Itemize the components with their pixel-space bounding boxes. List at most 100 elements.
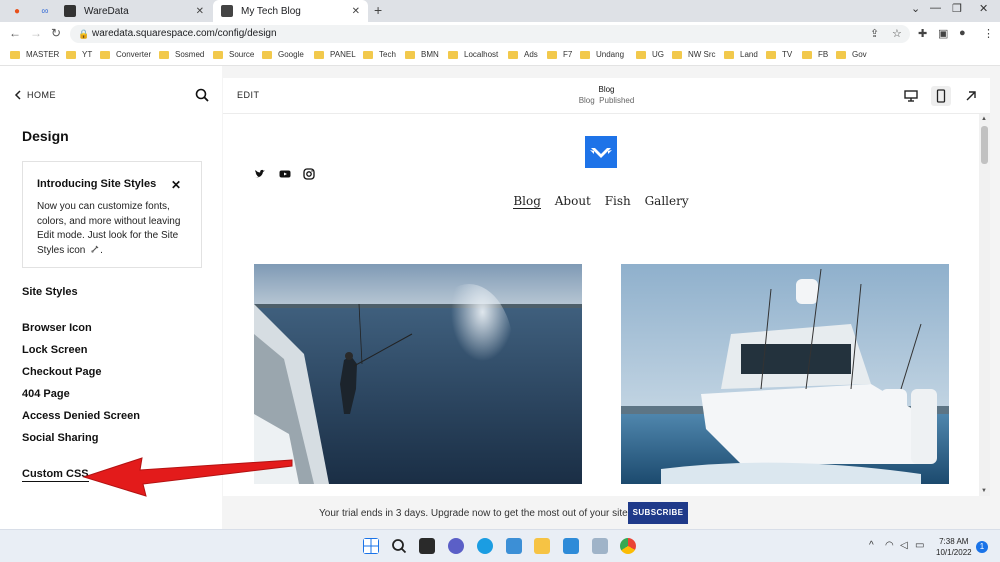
bookmark-folder[interactable]: FB bbox=[802, 50, 828, 59]
nav-link-fish[interactable]: Fish bbox=[605, 194, 631, 208]
nav-link-blog[interactable]: Blog bbox=[513, 194, 541, 209]
folder-icon bbox=[802, 50, 812, 59]
search-icon[interactable] bbox=[195, 88, 209, 102]
twitter-icon[interactable] bbox=[254, 168, 266, 180]
sidebar-item-custom-css[interactable]: Custom CSS bbox=[22, 468, 89, 482]
wifi-icon[interactable]: ◠ bbox=[885, 540, 894, 551]
preview-toolbar: EDIT Blog Blog Published bbox=[223, 78, 990, 114]
battery-icon[interactable]: ▭ bbox=[915, 540, 924, 551]
youtube-icon[interactable] bbox=[279, 168, 291, 180]
link-icon: ∞ bbox=[41, 5, 49, 17]
bookmark-folder[interactable]: Land bbox=[724, 50, 758, 59]
sidebar-item-404-page[interactable]: 404 Page bbox=[22, 388, 70, 400]
bookmark-folder[interactable]: Ads bbox=[508, 50, 538, 59]
folder-icon bbox=[766, 50, 776, 59]
side-panel-icon[interactable]: ▣ bbox=[938, 27, 948, 40]
folder-icon bbox=[213, 50, 223, 59]
notepad-icon[interactable] bbox=[563, 538, 579, 554]
bookmark-folder[interactable]: Undang bbox=[580, 50, 624, 59]
restore-icon[interactable]: ❐ bbox=[952, 2, 962, 15]
chevron-up-icon[interactable]: ^ bbox=[869, 540, 874, 551]
pinned-tab-1[interactable]: ● bbox=[6, 3, 28, 19]
blog-post-image[interactable] bbox=[254, 264, 582, 484]
tab-title: WareData bbox=[84, 5, 129, 17]
close-icon[interactable]: ✕ bbox=[171, 178, 181, 192]
scroll-thumb[interactable] bbox=[981, 126, 988, 164]
file-explorer-icon[interactable] bbox=[534, 538, 550, 554]
site-navigation: Blog About Fish Gallery bbox=[223, 194, 979, 209]
bookmark-folder[interactable]: Google bbox=[262, 50, 304, 59]
chrome-icon[interactable] bbox=[620, 538, 636, 554]
bookmark-folder[interactable]: UG bbox=[636, 50, 664, 59]
bookmark-folder[interactable]: Tech bbox=[363, 50, 396, 59]
mobile-view-icon[interactable] bbox=[931, 86, 951, 106]
taskbar-clock[interactable]: 7:38 AM 10/1/2022 bbox=[936, 536, 972, 558]
bookmark-folder[interactable]: YT bbox=[66, 50, 92, 59]
search-icon[interactable] bbox=[391, 538, 407, 554]
bookmark-folder[interactable]: BMN bbox=[405, 50, 439, 59]
back-icon[interactable]: ← bbox=[9, 26, 21, 40]
menu-icon[interactable]: ⋮ bbox=[983, 27, 994, 40]
sidebar-item-checkout-page[interactable]: Checkout Page bbox=[22, 366, 101, 378]
forward-icon[interactable]: → bbox=[30, 26, 42, 40]
bookmarks-bar: MASTER YT Converter Sosmed Source Google… bbox=[0, 46, 1000, 66]
subscribe-button[interactable]: SUBSCRIBE bbox=[628, 502, 688, 524]
folder-icon bbox=[636, 50, 646, 59]
bookmark-folder[interactable]: Source bbox=[213, 50, 254, 59]
bookmark-folder[interactable]: NW Src bbox=[672, 50, 716, 59]
sidebar-item-lock-screen[interactable]: Lock Screen bbox=[22, 344, 87, 356]
reload-icon[interactable]: ↻ bbox=[51, 26, 61, 40]
sidebar-item-site-styles[interactable]: Site Styles bbox=[22, 286, 78, 298]
bookmark-folder[interactable]: Localhost bbox=[448, 50, 498, 59]
extensions-icon[interactable]: ✚ bbox=[918, 27, 927, 40]
blog-post-image[interactable] bbox=[621, 264, 949, 484]
folder-icon bbox=[672, 50, 682, 59]
folder-icon bbox=[508, 50, 518, 59]
app-window-icon[interactable] bbox=[592, 538, 608, 554]
close-tab-icon[interactable]: ✕ bbox=[352, 6, 360, 17]
profile-icon[interactable]: ● bbox=[959, 27, 966, 39]
bookmark-folder[interactable]: Sosmed bbox=[159, 50, 204, 59]
tab-search-icon[interactable]: ⌄ bbox=[911, 2, 920, 15]
tab-waredata[interactable]: WareData ✕ bbox=[56, 0, 212, 22]
annotation-arrow-icon bbox=[82, 457, 293, 497]
new-tab-icon[interactable]: + bbox=[374, 2, 382, 18]
close-tab-icon[interactable]: ✕ bbox=[196, 6, 204, 17]
volume-icon[interactable]: ◁ bbox=[900, 540, 908, 551]
site-logo[interactable] bbox=[585, 136, 617, 168]
edge-icon[interactable] bbox=[477, 538, 493, 554]
bookmark-folder[interactable]: Gov bbox=[836, 50, 867, 59]
task-view-icon[interactable] bbox=[419, 538, 435, 554]
folder-icon bbox=[547, 50, 557, 59]
bookmark-folder[interactable]: MASTER bbox=[10, 50, 59, 59]
start-icon[interactable] bbox=[363, 538, 379, 554]
nav-link-about[interactable]: About bbox=[555, 194, 591, 208]
share-icon[interactable]: ⇪ bbox=[870, 27, 879, 40]
notification-badge[interactable]: 1 bbox=[976, 541, 988, 553]
instagram-icon[interactable] bbox=[303, 168, 315, 180]
sidebar-item-browser-icon[interactable]: Browser Icon bbox=[22, 322, 92, 334]
bookmark-folder[interactable]: TV bbox=[766, 50, 792, 59]
nav-link-gallery[interactable]: Gallery bbox=[645, 194, 689, 208]
minimize-icon[interactable]: — bbox=[930, 2, 941, 14]
bookmark-folder[interactable]: PANEL bbox=[314, 50, 356, 59]
scroll-down-icon[interactable]: ▼ bbox=[981, 488, 987, 494]
address-bar[interactable]: 🔒 waredata.squarespace.com/config/design bbox=[70, 25, 910, 43]
desktop-view-icon[interactable] bbox=[901, 86, 921, 106]
squarespace-favicon-icon bbox=[64, 5, 76, 17]
remote-desktop-icon[interactable] bbox=[506, 538, 522, 554]
sidebar-item-access-denied[interactable]: Access Denied Screen bbox=[22, 410, 140, 422]
tab-my-tech-blog[interactable]: My Tech Blog ✕ bbox=[213, 0, 368, 22]
teams-icon[interactable] bbox=[448, 538, 464, 554]
pinned-tab-2[interactable]: ∞ bbox=[34, 3, 56, 19]
bookmark-folder[interactable]: Converter bbox=[100, 50, 151, 59]
bookmark-folder[interactable]: F7 bbox=[547, 50, 572, 59]
open-external-icon[interactable] bbox=[961, 86, 981, 106]
home-link[interactable]: HOME bbox=[14, 90, 56, 100]
scroll-up-icon[interactable]: ▲ bbox=[981, 116, 987, 122]
preview-scrollbar[interactable]: ▲ ▼ bbox=[979, 114, 990, 498]
sidebar-item-social-sharing[interactable]: Social Sharing bbox=[22, 432, 98, 444]
bookmark-star-icon[interactable]: ☆ bbox=[892, 27, 902, 40]
close-window-icon[interactable]: ✕ bbox=[979, 2, 988, 15]
windows-taskbar: ^ ◠ ◁ ▭ 7:38 AM 10/1/2022 1 bbox=[0, 529, 1000, 562]
